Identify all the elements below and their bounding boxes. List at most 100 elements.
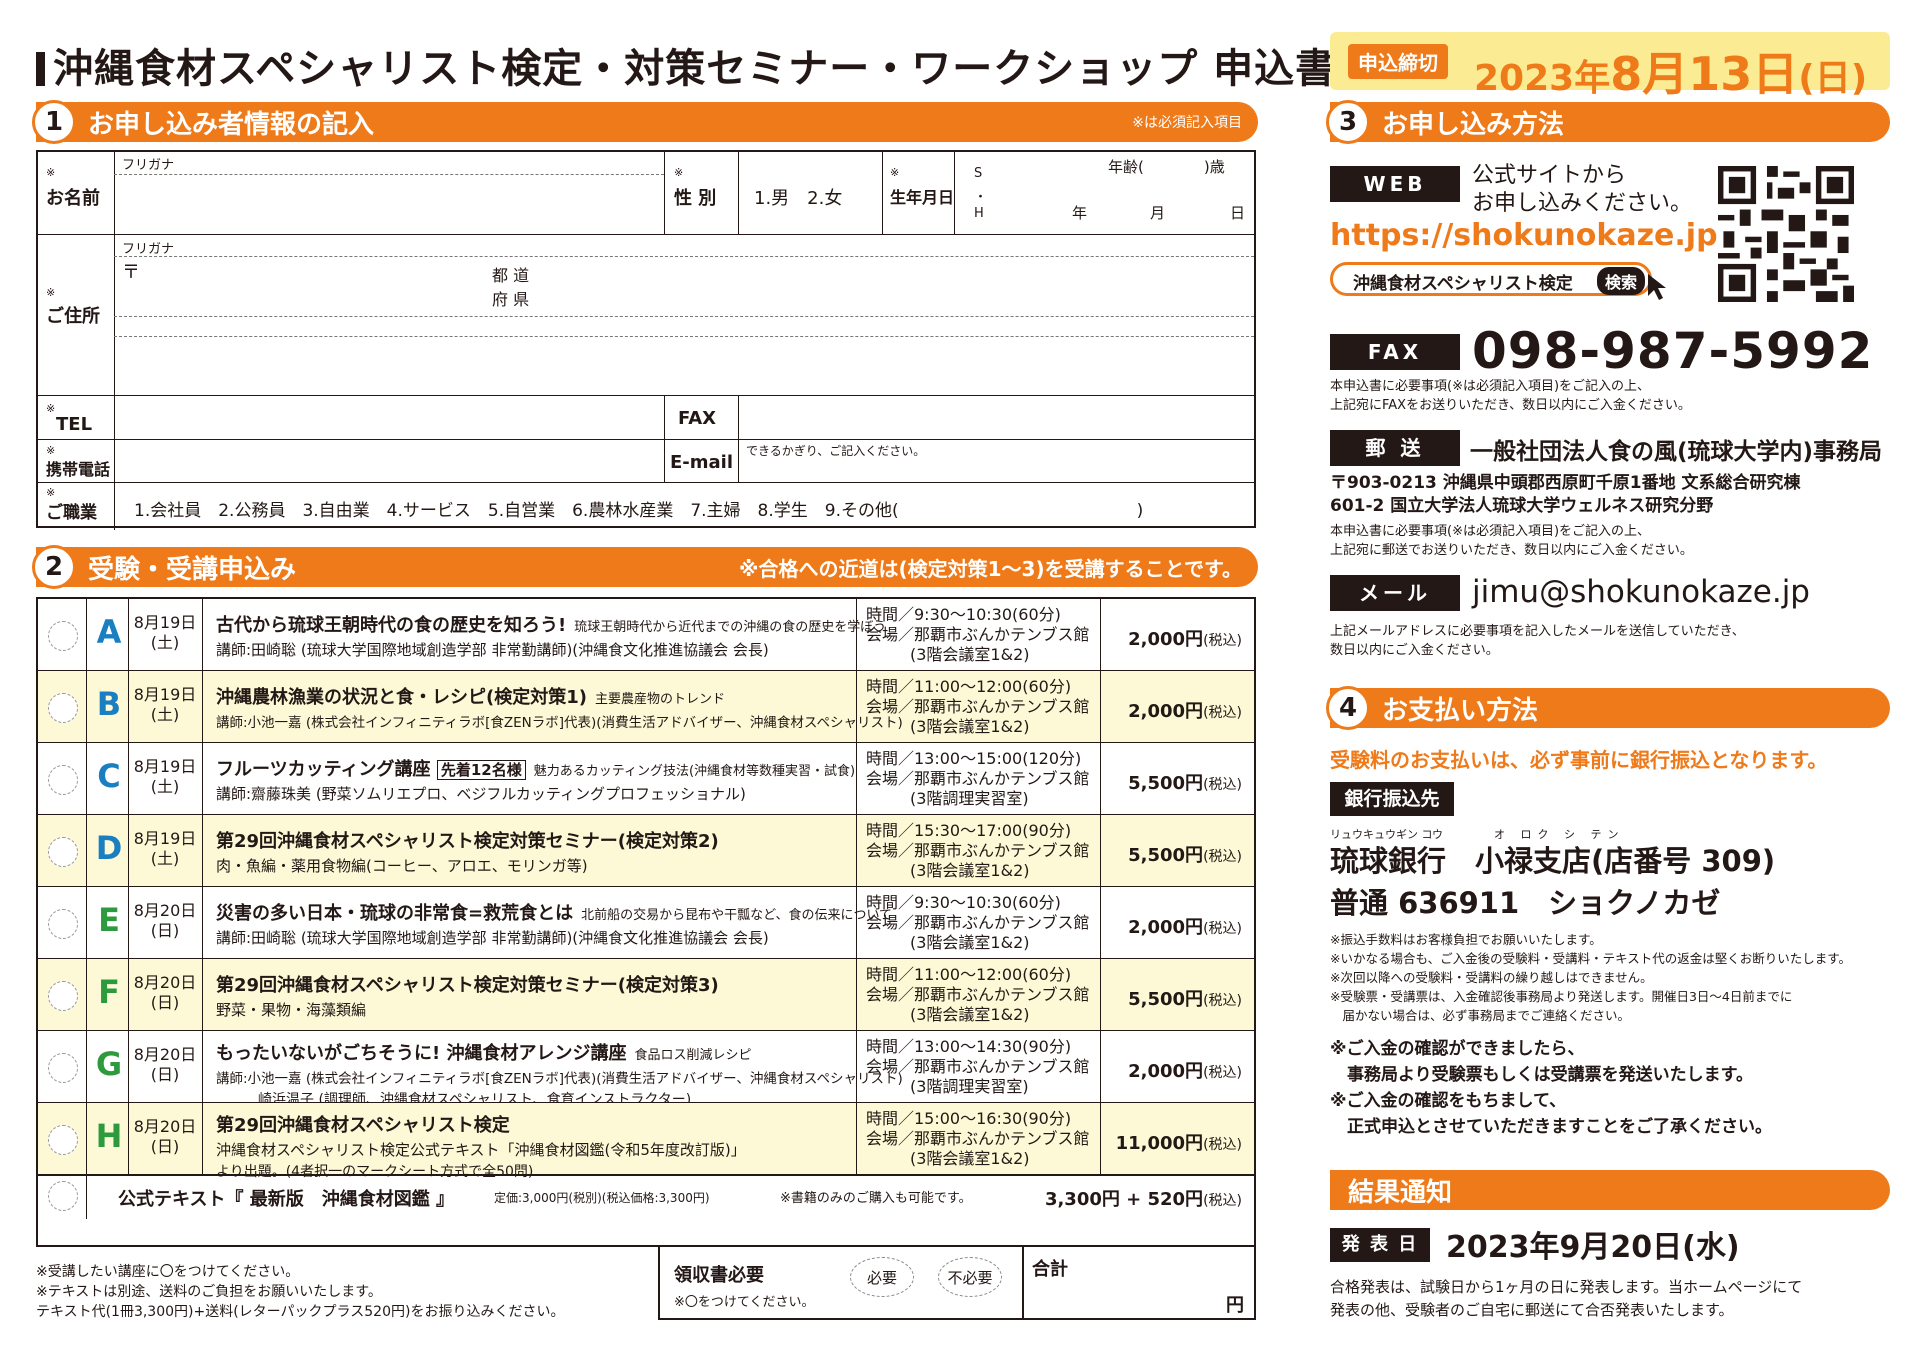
address-label: ご住所: [46, 306, 100, 327]
course-price: 5,500円(税込): [1128, 845, 1242, 866]
text-row: 公式テキスト『 最新版 沖縄食材図鑑 』 定価:3,000円(税別)(税込価格:…: [38, 1175, 1254, 1219]
dob-label: 生年月日: [890, 188, 955, 207]
select-circle[interactable]: [48, 765, 78, 795]
gender-label: 性 別: [674, 188, 717, 209]
post-address: 〒903-0213 沖縄県中頭郡西原町千原1番地 文系総合研究棟 601-2 国立…: [1330, 473, 1801, 516]
course-detail: 講師:小池一嘉 (株式会社インフィニティラボ[食ZENラボ]代表)(消費生活アド…: [216, 715, 903, 731]
address-field[interactable]: [116, 258, 1252, 393]
select-circle[interactable]: [48, 693, 78, 723]
post-tag: 郵 送: [1330, 430, 1460, 466]
era-s: S: [974, 166, 983, 181]
select-circle[interactable]: [48, 1053, 78, 1083]
course-schedule: 時間／9:30〜10:30(60分) 会場／那覇市ぶんかテンブス館 (3階会議室1&…: [866, 893, 1090, 952]
text-title: 公式テキスト『 最新版 沖縄食材図鑑 』: [118, 1189, 454, 1210]
course-row: F 8月20日 (日) 第29回沖縄食材スペシャリスト検定対策セミナー(検定対策3) 野…: [38, 959, 1254, 1031]
fax-note: 本申込書に必要事項(※は必須記入項目)をご記入の上、 上記宛にFAXをお送りいただ…: [1330, 379, 1691, 413]
text-note: ※書籍のみのご購入も可能です。: [780, 1191, 972, 1206]
required-mark: ※: [46, 286, 56, 299]
tel-field[interactable]: [116, 397, 662, 437]
section4-header: 4 お支払い方法: [1326, 686, 1890, 730]
course-detail: 肉・魚編・薬用食物編(コーヒー、アロエ、モリンガ等): [216, 857, 588, 875]
age-field[interactable]: 年齢( )歳: [1108, 156, 1225, 177]
course-title: 災害の多い日本・琉球の非常食=救荒食とは 北前船の交易から昆布や干瓢など、食の伝来…: [216, 903, 893, 924]
web-url[interactable]: https://shokunokaze.jp: [1330, 218, 1718, 253]
email-address[interactable]: jimu@shokunokaze.jp: [1472, 574, 1810, 610]
select-circle[interactable]: [48, 1125, 78, 1155]
email-field[interactable]: [740, 457, 1252, 481]
section-label: 受験・受講申込み: [88, 554, 297, 585]
select-circle[interactable]: [48, 837, 78, 867]
bank-account: 普通 636911 ショクノカゼ: [1330, 886, 1721, 920]
bank-tag: 銀行振込先: [1330, 782, 1454, 816]
course-schedule: 時間／11:00〜12:00(60分) 会場／那覇市ぶんかテンブス館 (3階会議室1…: [866, 677, 1090, 736]
course-price: 2,000円(税込): [1128, 629, 1242, 650]
course-date: 8月19日 (土): [133, 829, 197, 868]
job-options[interactable]: 1.会社員 2.公務員 3.自由業 4.サービス 5.自営業 6.農林水産業 7…: [134, 496, 1143, 521]
course-schedule: 時間／15:00〜16:30(90分) 会場／那覇市ぶんかテンブス館 (3階会議室1…: [866, 1109, 1090, 1168]
receipt-yes[interactable]: 必要: [850, 1257, 914, 1297]
qr-code-icon[interactable]: [1718, 166, 1854, 302]
result-label: 結果通知: [1348, 1177, 1453, 1208]
page-title: 沖縄食材スペシャリスト検定・対策セミナー・ワークショップ 申込書: [36, 36, 1336, 94]
course-price: 2,000円(税込): [1128, 701, 1242, 722]
course-detail: 講師:齋藤珠美 (野菜ソムリエプロ、ベジフルカッティングプロフェッショナル): [216, 785, 746, 803]
mobile-field[interactable]: [116, 441, 662, 481]
footnotes: ※受講したい講座に〇をつけてください。 ※テキストは別途、送料のご負担をお願いい…: [36, 1262, 564, 1322]
course-date: 8月19日 (土): [133, 685, 197, 724]
fax-tag: FAX: [1330, 334, 1460, 370]
name-field[interactable]: [116, 176, 662, 232]
search-button[interactable]: 検索: [1596, 267, 1645, 295]
payment-notes: ※振込手数料はお客様負担でお願いいたします。 ※いかなる場合も、ご入金後の受験料・…: [1330, 932, 1851, 1023]
course-title: 沖縄農林漁業の状況と食・レシピ(検定対策1) 主要農産物のトレンド: [216, 687, 725, 708]
course-date: 8月20日 (日): [133, 901, 197, 940]
course-row: E 8月20日 (日) 災害の多い日本・琉球の非常食=救荒食とは 北前船の交易から昆布や…: [38, 887, 1254, 959]
result-tag: 発 表 日: [1330, 1228, 1430, 1262]
course-detail: 講師:小池一嘉 (株式会社インフィニティラボ[食ZENラボ]代表)(消費生活アド…: [216, 1071, 903, 1087]
deadline-date: 2023年8月13日(日): [1474, 47, 1868, 101]
total-unit: 円: [1226, 1295, 1244, 1316]
year-label: 年: [1072, 204, 1088, 222]
course-letter: E: [98, 901, 120, 939]
receipt-no[interactable]: 不必要: [938, 1257, 1002, 1297]
era-h: H: [974, 206, 984, 221]
receipt-label: 領収書必要: [674, 1265, 764, 1286]
course-title: 第29回沖縄食材スペシャリスト検定対策セミナー(検定対策2): [216, 831, 719, 852]
select-circle[interactable]: [48, 1181, 78, 1211]
payment-lead: 受験料のお支払いは、必ず事前に銀行振込となります。: [1330, 748, 1828, 772]
select-circle[interactable]: [48, 909, 78, 939]
course-detail: 講師:田崎聡 (琉球大学国際地域創造学部 非常勤講師)(沖縄食文化推進協議会 会…: [216, 641, 769, 659]
course-title: もったいないがごちそうに! 沖縄食材アレンジ講座 食品ロス削減レシピ: [216, 1043, 752, 1064]
footnote: ※テキストは別途、送料のご負担をお願いいたします。: [36, 1284, 382, 1300]
course-price: 2,000円(税込): [1128, 917, 1242, 938]
course-schedule: 時間／9:30〜10:30(60分) 会場／那覇市ぶんかテンブス館 (3階会議室1&…: [866, 605, 1090, 664]
required-mark: ※: [46, 402, 56, 415]
footnote: テキスト代(1冊3,300円)+送料(レターパックプラス520円)をお振り込みく…: [36, 1304, 565, 1320]
section-label: お申し込み方法: [1382, 109, 1565, 140]
course-row: A 8月19日 (土) 古代から琉球王朝時代の食の歴史を知ろう! 琉球王朝時代から近代ま…: [38, 599, 1254, 671]
text-price-note: 定価:3,000円(税別)(税込価格:3,300円): [494, 1191, 710, 1205]
bank-name: 琉球銀行 小禄支店(店番号 309): [1330, 844, 1776, 878]
section3-header: 3 お申し込み方法: [1326, 100, 1890, 144]
course-title: 第29回沖縄食材スペシャリスト検定対策セミナー(検定対策3): [216, 975, 719, 996]
select-circle[interactable]: [48, 981, 78, 1011]
fax-field[interactable]: [740, 397, 1252, 437]
result-note: 合格発表は、試験日から1ヶ月の日に発表します。当ホームページにて 発表の他、受験者…: [1330, 1278, 1803, 1319]
course-price: 2,000円(税込): [1128, 1061, 1242, 1082]
course-row: H 8月20日 (日) 第29回沖縄食材スペシャリスト検定 沖縄食材スペシャリスト検定公…: [38, 1103, 1254, 1180]
total-label: 合計: [1032, 1259, 1068, 1280]
mobile-label: 携帯電話: [46, 460, 111, 479]
limit-badge: 先着12名様: [436, 760, 526, 780]
search-box[interactable]: 沖縄食材スペシャリスト検定 検索: [1330, 262, 1652, 296]
select-circle[interactable]: [48, 621, 78, 651]
web-tag: WEB: [1330, 166, 1460, 202]
course-row: B 8月19日 (土) 沖縄農林漁業の状況と食・レシピ(検定対策1) 主要農産物のトレン…: [38, 671, 1254, 743]
section-number: 3: [1326, 100, 1370, 144]
total-box[interactable]: 合計 円: [1022, 1245, 1256, 1320]
course-date: 8月20日 (日): [133, 1045, 197, 1084]
text-price: 3,300円 + 520円(税込): [1044, 1189, 1242, 1210]
fax-label: FAX: [678, 408, 717, 429]
gender-options[interactable]: 1.男 2.女: [754, 184, 842, 210]
course-date: 8月19日 (土): [133, 613, 197, 652]
search-text: 沖縄食材スペシャリスト検定: [1353, 274, 1573, 294]
section-number: 4: [1326, 686, 1370, 730]
